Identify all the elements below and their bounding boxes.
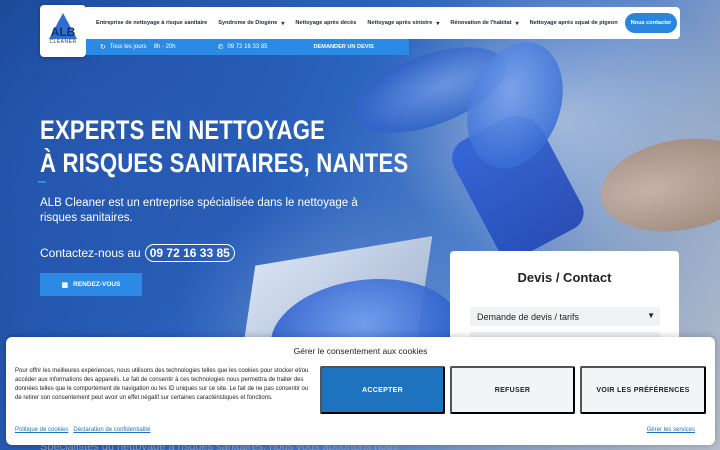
privacy-statement-link[interactable]: Déclaration de confidentialité (73, 427, 150, 433)
quote-form-title: Devis / Contact (517, 270, 612, 285)
nav-item-label: Nettoyage après squat de pigeon (529, 20, 618, 26)
title-line: À RISQUES SANITAIRES, NANTES (40, 148, 409, 178)
accept-button[interactable]: ACCEPTER (320, 366, 445, 414)
hours-value: 8h - 20h (153, 44, 176, 50)
cookie-links: Politique de cookies Déclaration de conf… (15, 427, 155, 433)
phone-number: 09 72 16 33 85 (227, 44, 268, 50)
history-icon: ↻ (100, 44, 106, 51)
chevron-down-icon: ▼ (647, 311, 655, 320)
chevron-down-icon: ▾ (515, 20, 519, 27)
nav-item-deces[interactable]: Nettoyage après décès (295, 20, 356, 26)
select-value: Demande de devis / tarifs (477, 311, 580, 322)
hero-description: ALB Cleaner est un entreprise spécialisé… (40, 197, 358, 224)
calendar-icon: ▦ (61, 281, 69, 289)
nav-item-label: Nettoyage après décès (295, 20, 357, 26)
title-underline (38, 181, 46, 183)
chevron-down-icon: ▾ (281, 20, 285, 27)
appointment-label: RENDEZ-VOUS (73, 281, 121, 288)
cookie-title: Gérer le consentement aux cookies (293, 346, 428, 356)
hero-phone-link[interactable]: 09 72 16 33 85 (144, 244, 235, 262)
logo-text: ALB (50, 25, 76, 39)
page-title: EXPERTS EN NETTOYAGE À RISQUES SANITAIRE… (40, 114, 409, 180)
logo-subtext: CLEANER (49, 39, 77, 45)
arm-image (593, 126, 720, 244)
site-logo[interactable]: ALB CLEANER (40, 5, 86, 57)
chevron-down-icon: ▾ (436, 20, 440, 27)
info-bar: ↻ Tous les jours 8h - 20h ✆ 09 72 16 33 … (86, 39, 409, 55)
nav-item-pigeon[interactable]: Nettoyage après squat de pigeon (530, 20, 618, 26)
manage-services-link[interactable]: Gérer les services (647, 427, 695, 433)
cookie-message: Pour offrir les meilleures expériences, … (15, 368, 309, 401)
nav-item-diogene[interactable]: Syndrome de Diogène ▾ (218, 20, 284, 27)
whatsapp-icon: ✆ (217, 44, 224, 51)
nav-item-label: Entreprise de nettoyage à risque sanitai… (96, 20, 208, 26)
hero-contact: Contactez-nous au 09 72 16 33 85 (40, 244, 235, 262)
phone-link[interactable]: ✆ 09 72 16 33 85 (218, 43, 268, 51)
request-type-select[interactable]: Demande de devis / tarifs ▼ (470, 307, 660, 326)
request-quote-link[interactable]: DEMANDER UN DEVIS (314, 44, 374, 50)
contact-prefix: Contactez-nous au (40, 246, 141, 260)
refuse-button[interactable]: REFUSER (450, 366, 575, 414)
nav-item-label: Syndrome de Diogène (218, 20, 278, 26)
preferences-button[interactable]: VOIR LES PRÉFÉRENCES (580, 366, 706, 414)
nav-item-entreprise[interactable]: Entreprise de nettoyage à risque sanitai… (96, 20, 207, 26)
appointment-button[interactable]: ▦ RENDEZ-VOUS (40, 273, 142, 296)
main-nav: Entreprise de nettoyage à risque sanitai… (86, 7, 680, 39)
nav-item-renovation[interactable]: Rénovation de l'habitat ▾ (450, 20, 518, 27)
opening-hours: ↻ Tous les jours 8h - 20h (100, 43, 176, 51)
contact-button[interactable]: Nous contacter (624, 13, 678, 33)
nav-item-label: Rénovation de l'habitat (450, 20, 512, 26)
nav-item-label: Nettoyage après sinistre (367, 20, 433, 26)
nav-item-sinistre[interactable]: Nettoyage après sinistre ▾ (367, 20, 439, 27)
hours-label: Tous les jours (109, 44, 147, 50)
title-line: EXPERTS EN NETTOYAGE (40, 115, 326, 145)
cookie-consent-banner: Gérer le consentement aux cookies Pour o… (6, 337, 715, 445)
cookie-policy-link[interactable]: Politique de cookies (15, 427, 68, 433)
